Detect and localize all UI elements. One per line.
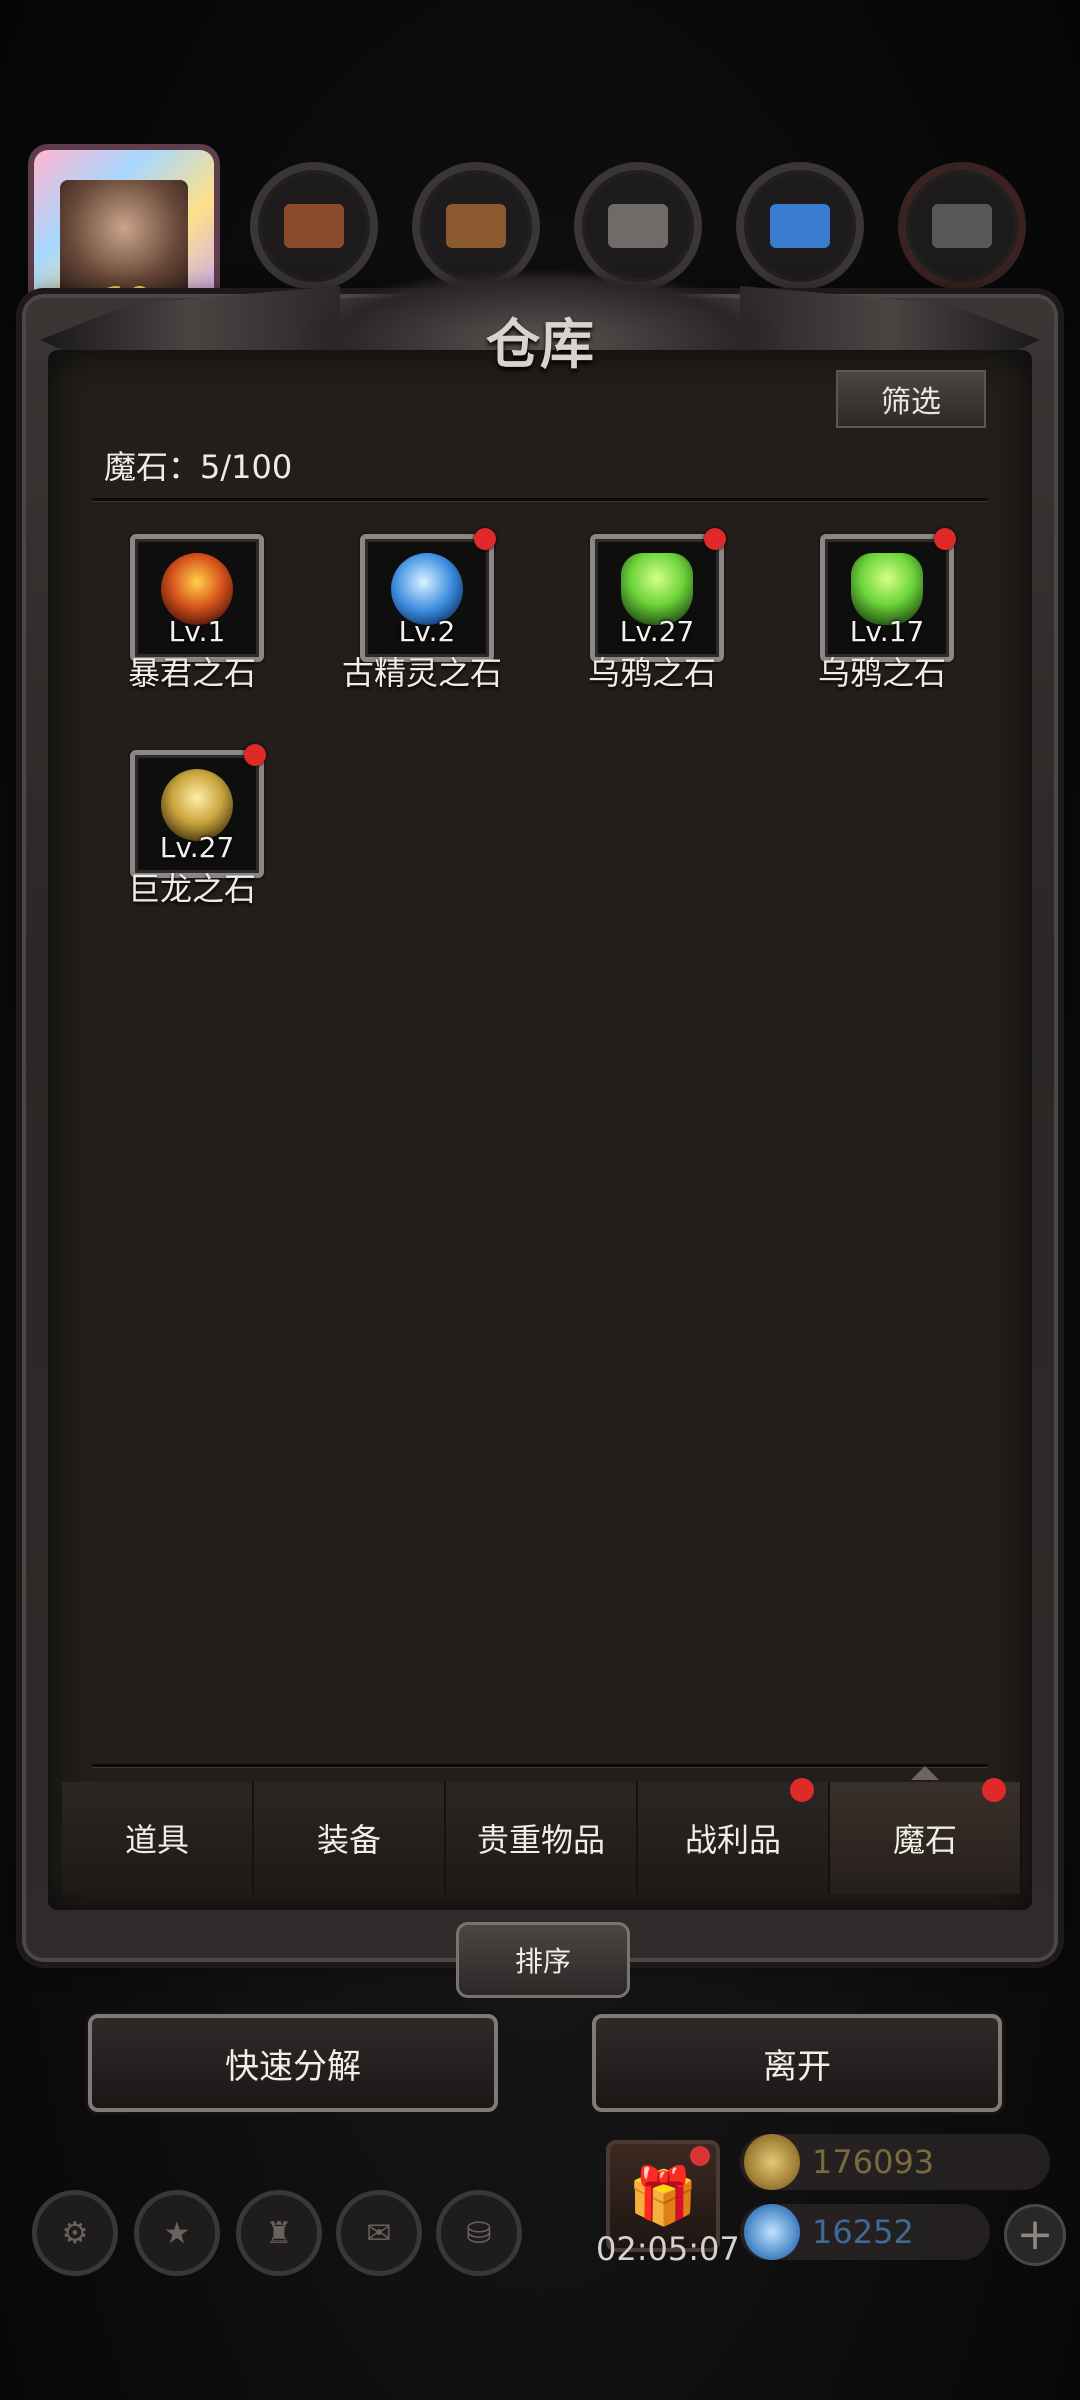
gold-coin-icon [744, 2134, 800, 2190]
item-slot[interactable]: Lv.27 巨龙之石 [92, 744, 292, 910]
item-level: Lv.17 [849, 615, 925, 648]
sort-button[interactable]: 排序 [456, 1922, 630, 1998]
blue-gem-icon [744, 2204, 800, 2260]
new-item-badge [934, 528, 956, 550]
item-slot[interactable]: Lv.17 乌鸦之石 [782, 528, 982, 694]
tab-label: 战利品 [684, 1821, 781, 1859]
gem-counter: 16252 [740, 2204, 990, 2260]
item-frame: Lv.27 [590, 534, 724, 662]
active-tab-indicator [911, 1766, 939, 1780]
add-currency-button[interactable]: + [1004, 2204, 1066, 2266]
bottom-divider [92, 1764, 988, 1767]
castle-icon[interactable]: ♜ [236, 2190, 322, 2276]
item-name: 巨龙之石 [127, 870, 256, 908]
new-item-badge [474, 528, 496, 550]
tab-label: 魔石 [892, 1821, 957, 1859]
tab-label: 装备 [316, 1821, 381, 1859]
item-slot[interactable]: Lv.1 暴君之石 [92, 534, 292, 694]
gem-value: 16252 [812, 2213, 914, 2251]
item-name: 暴君之石 [127, 654, 256, 692]
gift-timer: 02:05:07 [596, 2230, 740, 2268]
leave-button[interactable]: 离开 [592, 2014, 1002, 2112]
mail-icon[interactable]: ✉ [336, 2190, 422, 2276]
item-frame: Lv.17 [820, 534, 954, 662]
item-frame: Lv.27 [130, 750, 264, 878]
tab-loot[interactable]: 战利品 [638, 1778, 830, 1894]
item-slot[interactable]: Lv.2 古精灵之石 [322, 528, 522, 694]
tab-label: 道具 [124, 1821, 189, 1859]
notification-dot [690, 2146, 710, 2166]
item-name: 古精灵之石 [341, 654, 502, 692]
item-frame: Lv.1 [130, 534, 264, 662]
item-name: 乌鸦之石 [817, 654, 946, 692]
item-slot[interactable]: Lv.27 乌鸦之石 [552, 528, 752, 694]
notification-dot [982, 1778, 1006, 1802]
tab-items[interactable]: 道具 [62, 1782, 254, 1894]
bottom-hud: ⚙ ★ ♜ ✉ ⛁ 🎁 02:05:07 176093 16252 + [0, 2120, 1080, 2400]
item-frame: Lv.2 [360, 534, 494, 662]
gold-value: 176093 [812, 2143, 935, 2181]
gear-icon[interactable]: ⚙ [32, 2190, 118, 2276]
item-level: Lv.1 [168, 615, 226, 648]
item-level: Lv.27 [159, 831, 235, 864]
top-divider [92, 498, 988, 501]
capacity-counter: 魔石：5/100 [104, 448, 293, 486]
filter-button[interactable]: 筛选 [836, 370, 986, 428]
quick-decompose-button[interactable]: 快速分解 [88, 2014, 498, 2112]
tab-label: 贵重物品 [476, 1821, 605, 1859]
item-name: 乌鸦之石 [587, 654, 716, 692]
panel-title: 仓库 [486, 312, 594, 376]
item-level: Lv.2 [398, 615, 456, 648]
new-item-badge [704, 528, 726, 550]
item-level: Lv.27 [619, 615, 695, 648]
player-avatar[interactable]: 10 [34, 150, 214, 320]
category-tabs: 道具 装备 贵重物品 战利品 魔石 [62, 1766, 1022, 1894]
anvil-icon[interactable] [898, 162, 1026, 290]
tab-magic-stones[interactable]: 魔石 [830, 1766, 1022, 1894]
star-icon[interactable]: ★ [134, 2190, 220, 2276]
gold-counter: 176093 [740, 2134, 1050, 2190]
tab-equipment[interactable]: 装备 [254, 1782, 446, 1894]
new-item-badge [244, 744, 266, 766]
notification-dot [790, 1778, 814, 1802]
chest-icon[interactable]: ⛁ [436, 2190, 522, 2276]
tab-valuables[interactable]: 贵重物品 [446, 1782, 638, 1894]
